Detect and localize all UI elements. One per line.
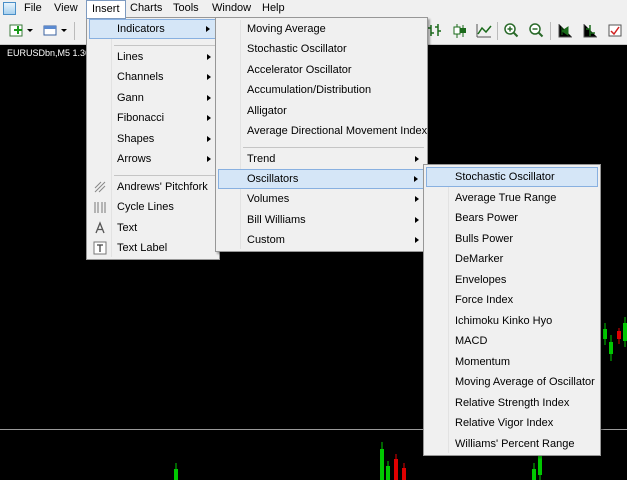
text-icon [93, 221, 107, 235]
oscillator-williams-percent-range[interactable]: Williams' Percent Range [426, 434, 598, 454]
indicator-stochastic-oscillator[interactable]: Stochastic Oscillator [218, 39, 425, 59]
indicator-accumulation-distribution[interactable]: Accumulation/Distribution [218, 80, 425, 100]
indicator-group-volumes[interactable]: Volumes [218, 189, 425, 209]
menu-tools[interactable]: Tools [168, 0, 204, 18]
candlestick-icon[interactable] [450, 22, 468, 39]
chevron-right-icon [415, 217, 419, 223]
insert-item-shapes[interactable]: Shapes [89, 129, 217, 149]
text-label-icon [93, 241, 107, 255]
indicator-alligator[interactable]: Alligator [218, 101, 425, 121]
period-separators-icon[interactable] [606, 22, 624, 39]
oscillator-macd[interactable]: MACD [426, 331, 598, 351]
menu-view[interactable]: View [49, 0, 83, 18]
chevron-right-icon [207, 54, 211, 60]
insert-item-text[interactable]: Text [89, 218, 217, 238]
indicator-group-bill-williams[interactable]: Bill Williams [218, 210, 425, 230]
indicator-accelerator-oscillator[interactable]: Accelerator Oscillator [218, 60, 425, 80]
indicators-submenu: Moving Average Stochastic Oscillator Acc… [215, 17, 428, 252]
chevron-right-icon [207, 156, 211, 162]
insert-item-arrows[interactable]: Arrows [89, 149, 217, 169]
insert-item-fibonacci[interactable]: Fibonacci [89, 108, 217, 128]
chevron-right-icon [207, 115, 211, 121]
insert-item-lines[interactable]: Lines [89, 47, 217, 67]
insert-item-cycle-lines[interactable]: Cycle Lines [89, 197, 217, 217]
pitchfork-icon [93, 180, 107, 194]
zoom-in-icon[interactable] [502, 22, 520, 39]
menu-insert[interactable]: Insert [86, 0, 126, 19]
oscillator-rvi[interactable]: Relative Vigor Index [426, 413, 598, 433]
oscillator-osma[interactable]: Moving Average of Oscillator [426, 372, 598, 392]
auto-scroll-icon[interactable] [556, 22, 574, 39]
oscillator-stochastic[interactable]: Stochastic Oscillator [426, 167, 598, 187]
chevron-right-icon [207, 74, 211, 80]
oscillator-atr[interactable]: Average True Range [426, 188, 598, 208]
insert-item-indicators[interactable]: Indicators [89, 19, 217, 39]
new-chart-icon[interactable] [8, 22, 34, 39]
indicator-group-custom[interactable]: Custom [218, 230, 425, 250]
zoom-out-icon[interactable] [527, 22, 545, 39]
chevron-right-icon [415, 156, 419, 162]
indicator-moving-average[interactable]: Moving Average [218, 19, 425, 39]
candles-right [603, 317, 627, 361]
chevron-right-icon [207, 136, 211, 142]
chevron-right-icon [414, 176, 418, 182]
cycle-lines-icon [93, 200, 107, 214]
bar-chart-icon[interactable] [426, 22, 444, 39]
indicator-group-oscillators[interactable]: Oscillators [218, 169, 425, 189]
insert-item-gann[interactable]: Gann [89, 88, 217, 108]
insert-menu: Indicators Lines Channels Gann Fibonacci… [86, 17, 220, 260]
chevron-right-icon [415, 196, 419, 202]
oscillator-bears-power[interactable]: Bears Power [426, 208, 598, 228]
menu-charts[interactable]: Charts [125, 0, 167, 18]
line-chart-icon[interactable] [475, 22, 493, 39]
chevron-right-icon [415, 237, 419, 243]
oscillator-demarker[interactable]: DeMarker [426, 249, 598, 269]
oscillator-momentum[interactable]: Momentum [426, 352, 598, 372]
chart-shift-icon[interactable] [581, 22, 599, 39]
menu-window[interactable]: Window [207, 0, 256, 18]
insert-item-text-label[interactable]: Text Label [89, 238, 217, 258]
oscillator-rsi[interactable]: Relative Strength Index [426, 393, 598, 413]
indicator-group-trend[interactable]: Trend [218, 149, 425, 169]
chevron-right-icon [206, 26, 210, 32]
oscillator-ichimoku[interactable]: Ichimoku Kinko Hyo [426, 311, 598, 331]
insert-item-channels[interactable]: Channels [89, 67, 217, 87]
menu-file[interactable]: File [19, 0, 47, 18]
menu-bar: File View Insert Charts Tools Window Hel… [0, 0, 627, 19]
oscillator-force-index[interactable]: Force Index [426, 290, 598, 310]
insert-item-andrews-pitchfork[interactable]: Andrews' Pitchfork [89, 177, 217, 197]
oscillator-envelopes[interactable]: Envelopes [426, 270, 598, 290]
oscillator-bulls-power[interactable]: Bulls Power [426, 229, 598, 249]
chevron-right-icon [207, 95, 211, 101]
oscillators-submenu: Stochastic Oscillator Average True Range… [423, 164, 601, 456]
profiles-icon[interactable] [42, 22, 68, 39]
menu-help[interactable]: Help [257, 0, 290, 18]
app-icon[interactable] [3, 2, 16, 15]
indicator-adx[interactable]: Average Directional Movement Index [218, 121, 427, 141]
